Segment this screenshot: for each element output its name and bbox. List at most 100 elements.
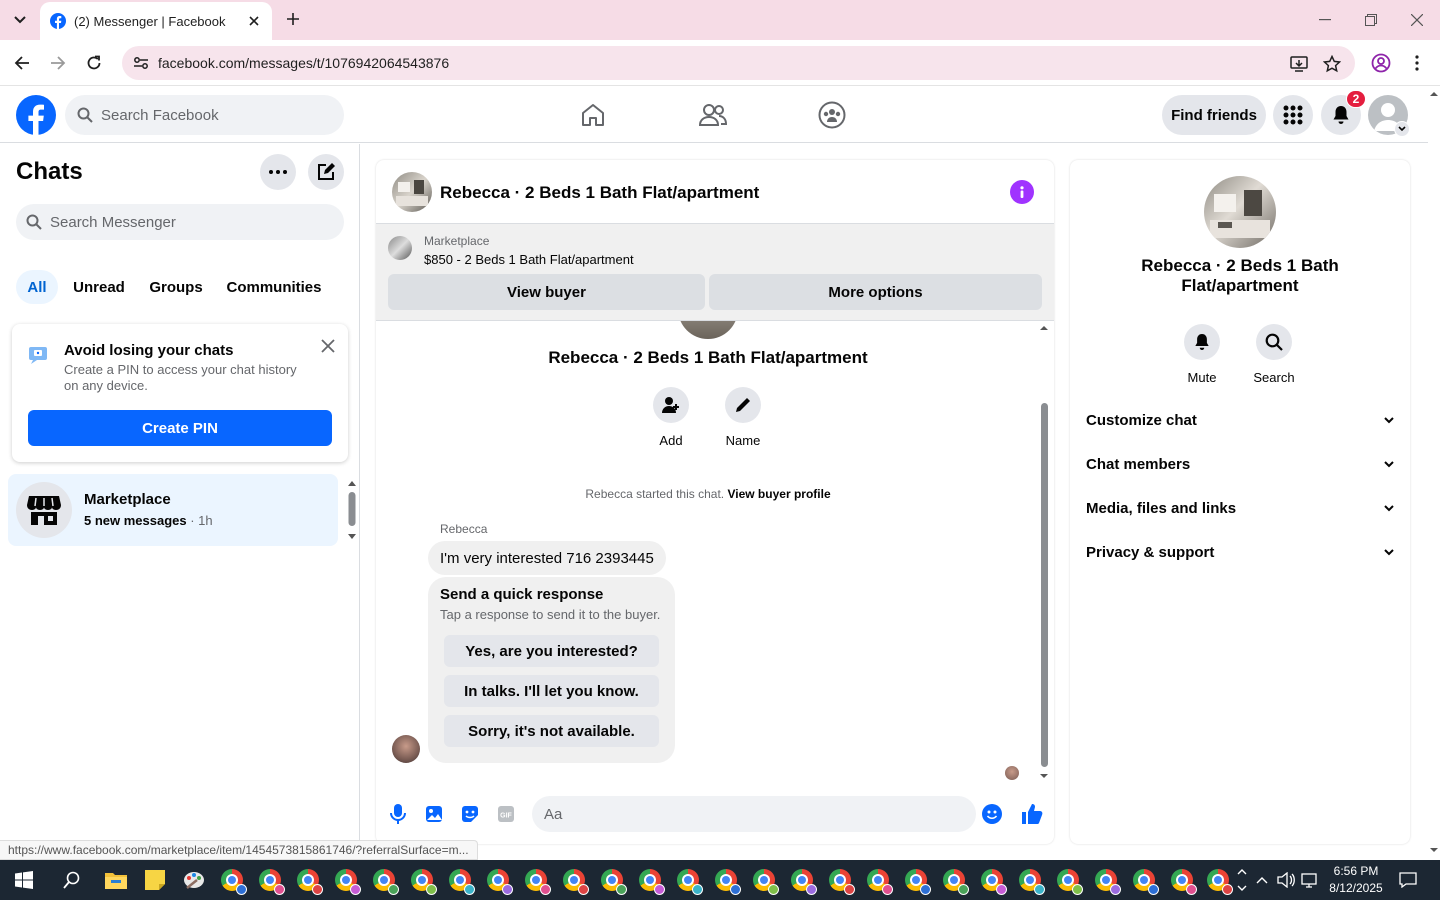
incoming-message-bubble[interactable]: I'm very interested 716 2393445 — [428, 541, 666, 575]
chrome-profile-taskbar-icon[interactable] — [332, 866, 361, 895]
conversation-title[interactable]: Rebecca · 2 Beds 1 Bath Flat/apartment — [440, 183, 759, 203]
close-window-button[interactable] — [1402, 8, 1432, 32]
voice-clip-icon[interactable] — [386, 802, 410, 826]
file-explorer-icon[interactable] — [102, 866, 130, 894]
quick-response-not-available[interactable]: Sorry, it's not available. — [444, 715, 659, 747]
thread-scrollbar[interactable] — [1038, 323, 1050, 783]
chrome-profile-taskbar-icon[interactable] — [1016, 866, 1045, 895]
chrome-profile-taskbar-icon[interactable] — [636, 866, 665, 895]
account-menu-caret[interactable] — [1394, 121, 1410, 137]
site-settings-icon[interactable] — [130, 52, 152, 74]
chat-list-scrollbar[interactable] — [346, 478, 358, 542]
page-scrollbar[interactable] — [1428, 87, 1440, 860]
taskbar-clock[interactable]: 6:56 PM 8/12/2025 — [1328, 863, 1384, 897]
find-friends-button[interactable]: Find friends — [1162, 95, 1266, 135]
chrome-profile-taskbar-icon[interactable] — [560, 866, 589, 895]
facebook-search-input[interactable]: Search Facebook — [65, 95, 344, 135]
chrome-profile-taskbar-icon[interactable] — [978, 866, 1007, 895]
emoji-icon[interactable] — [980, 802, 1004, 826]
address-bar[interactable]: facebook.com/messages/t/1076942064543876 — [122, 46, 1355, 80]
section-media-files-links[interactable]: Media, files and links — [1086, 486, 1394, 530]
attach-photo-icon[interactable] — [422, 802, 446, 826]
conversation-info-icon[interactable] — [1010, 180, 1034, 204]
chrome-profile-taskbar-icon[interactable] — [370, 866, 399, 895]
chrome-profile-taskbar-icon[interactable] — [484, 866, 513, 895]
sticky-notes-icon[interactable] — [141, 866, 169, 894]
chrome-profile-taskbar-icon[interactable] — [1092, 866, 1121, 895]
name-chat-button[interactable]: Name — [713, 387, 773, 448]
tab-search-button[interactable] — [6, 6, 34, 34]
filter-all[interactable]: All — [16, 270, 58, 304]
chrome-profile-taskbar-icon[interactable] — [294, 866, 323, 895]
quick-response-interested[interactable]: Yes, are you interested? — [444, 635, 659, 667]
browser-tab-messenger[interactable]: (2) Messenger | Facebook — [40, 2, 272, 40]
view-buyer-profile-link[interactable]: View buyer profile — [727, 487, 830, 501]
show-hidden-icons-icon[interactable] — [1250, 866, 1274, 894]
quick-response-in-talks[interactable]: In talks. I'll let you know. — [444, 675, 659, 707]
chrome-profile-taskbar-icon[interactable] — [1204, 866, 1233, 895]
add-people-button[interactable]: Add — [641, 387, 701, 448]
chrome-profile-taskbar-icon[interactable] — [750, 866, 779, 895]
browser-menu-icon[interactable] — [1406, 52, 1428, 74]
messenger-search-input[interactable]: Search Messenger — [16, 204, 344, 240]
bookmark-star-icon[interactable] — [1321, 53, 1343, 75]
new-message-button[interactable] — [308, 154, 344, 190]
tab-close-icon[interactable] — [246, 13, 262, 29]
chat-options-button[interactable] — [260, 154, 296, 190]
sender-avatar[interactable] — [392, 735, 420, 763]
gif-icon[interactable]: GIF — [494, 802, 518, 826]
chrome-profile-taskbar-icon[interactable] — [674, 866, 703, 895]
facebook-logo-icon[interactable] — [16, 95, 56, 135]
restore-button[interactable] — [1356, 8, 1386, 32]
forward-button[interactable] — [44, 49, 72, 77]
chrome-taskbar-icon[interactable] — [218, 866, 247, 895]
new-tab-button[interactable] — [282, 8, 304, 30]
details-avatar[interactable] — [1204, 176, 1276, 248]
sticker-icon[interactable] — [458, 802, 482, 826]
filter-groups[interactable]: Groups — [142, 270, 210, 304]
chrome-profile-taskbar-icon[interactable] — [522, 866, 551, 895]
create-pin-button[interactable]: Create PIN — [28, 410, 332, 446]
install-app-icon[interactable] — [1288, 53, 1310, 75]
minimize-button[interactable] — [1310, 8, 1340, 32]
pin-card-close-icon[interactable] — [316, 334, 340, 358]
view-buyer-button[interactable]: View buyer — [388, 274, 705, 310]
listing-title[interactable]: $850 - 2 Beds 1 Bath Flat/apartment — [424, 252, 634, 267]
chrome-profile-taskbar-icon[interactable] — [1130, 866, 1159, 895]
chrome-profile-taskbar-icon[interactable] — [1054, 866, 1083, 895]
chrome-profile-taskbar-icon[interactable] — [826, 866, 855, 895]
windows-start-icon[interactable] — [10, 866, 38, 894]
menu-button[interactable] — [1273, 95, 1313, 135]
section-privacy-support[interactable]: Privacy & support — [1086, 530, 1394, 574]
reload-button[interactable] — [80, 49, 108, 77]
action-center-icon[interactable] — [1394, 866, 1422, 894]
home-nav-icon[interactable] — [575, 97, 611, 133]
paint-app-icon[interactable] — [180, 866, 208, 894]
volume-icon[interactable] — [1274, 866, 1298, 894]
search-in-chat-button[interactable]: Search — [1244, 324, 1304, 385]
back-button[interactable] — [8, 49, 36, 77]
chrome-profile-taskbar-icon[interactable] — [598, 866, 627, 895]
taskbar-scroll-icon[interactable] — [1236, 866, 1248, 894]
chat-list-item-marketplace[interactable]: Marketplace 5 new messages · 1h — [8, 474, 338, 546]
groups-nav-icon[interactable] — [814, 97, 850, 133]
chrome-profile-taskbar-icon[interactable] — [864, 866, 893, 895]
thumbs-up-icon[interactable] — [1020, 802, 1044, 826]
chrome-profile-taskbar-icon[interactable] — [902, 866, 931, 895]
filter-communities[interactable]: Communities — [220, 270, 328, 304]
listing-thumbnail[interactable] — [388, 236, 412, 260]
profile-icon[interactable] — [1370, 52, 1392, 74]
section-customize-chat[interactable]: Customize chat — [1086, 398, 1394, 442]
network-icon[interactable] — [1298, 866, 1322, 894]
friends-nav-icon[interactable] — [695, 97, 731, 133]
mute-button[interactable]: Mute — [1172, 324, 1232, 385]
chrome-profile-taskbar-icon[interactable] — [256, 866, 285, 895]
section-chat-members[interactable]: Chat members — [1086, 442, 1394, 486]
chrome-profile-taskbar-icon[interactable] — [446, 866, 475, 895]
filter-unread[interactable]: Unread — [66, 270, 132, 304]
chrome-profile-taskbar-icon[interactable] — [788, 866, 817, 895]
chrome-profile-taskbar-icon[interactable] — [940, 866, 969, 895]
chrome-profile-taskbar-icon[interactable] — [1168, 866, 1197, 895]
taskbar-search-icon[interactable] — [58, 866, 86, 894]
message-input[interactable]: Aa — [532, 796, 976, 832]
